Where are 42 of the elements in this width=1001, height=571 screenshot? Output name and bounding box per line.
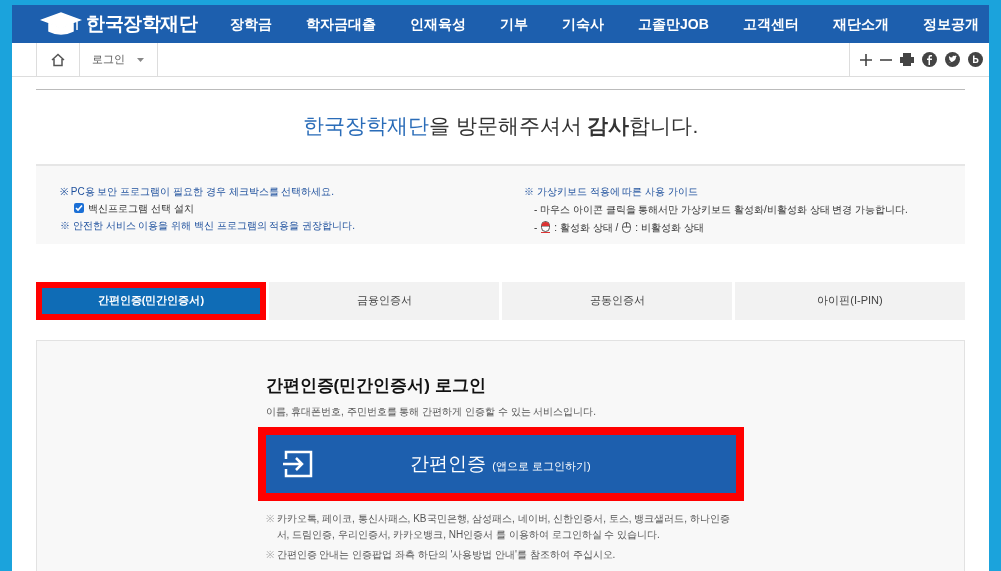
- note-text: 간편인증 안내는 인증팝업 좌측 하단의 '사용방법 안내'를 참조하여 주십시오.: [276, 548, 616, 562]
- mouse-icon: [541, 221, 551, 233]
- checkbox-label: 백신프로그램 선택 설치: [88, 201, 194, 216]
- breadcrumb-dropdown[interactable]: 로그인: [80, 43, 158, 76]
- blog-icon[interactable]: [968, 52, 983, 67]
- guide-title: ※ 가상키보드 적용에 따른 사용 가이드: [524, 184, 699, 199]
- nav-link[interactable]: 기부: [500, 13, 529, 35]
- home-icon[interactable]: [51, 52, 65, 67]
- bird-icon[interactable]: [945, 52, 960, 67]
- login-button[interactable]: 간편인증 (앱으로 로그인하기): [257, 427, 744, 501]
- tab[interactable]: 아이핀(I-PIN): [735, 281, 965, 320]
- note-text: 카카오톡, 페이코, 통신사패스, KB국민은행, 삼성패스, 네이버, 신한인증서, 토스, 뱅크샐러드, 하나인증서, 드림인증, 우리인증서, 카카오뱅크, NH인증서 를 이용하여 로그인하실 수 있습니다.: [276, 512, 731, 542]
- zoom-in-icon[interactable]: [860, 53, 872, 66]
- checkbox[interactable]: [74, 203, 84, 213]
- note-mark: ※: [265, 548, 274, 562]
- guide-text: - 마우스 아이콘 클릭을 통해서만 가상키보드 활성화/비활성화 상태 변경 가능합니다.: [533, 202, 908, 217]
- nav-link[interactable]: 고졸만JOB: [638, 13, 709, 35]
- caret-icon: [137, 57, 144, 62]
- active-state-label: : 활성화 상태 /: [554, 220, 619, 235]
- nav-link[interactable]: 인재육성: [410, 13, 467, 35]
- login-description: 이름, 휴대폰번호, 주민번호를 통해 간편하게 인증할 수 있는 서비스입니다.: [265, 405, 598, 419]
- note-mark: ※: [265, 512, 274, 526]
- login-title: 간편인증(민간인증서) 로그인: [265, 374, 487, 397]
- inactive-state-label: : 비활성화 상태: [635, 220, 704, 235]
- notice-text: ※ PC용 보안 프로그램이 필요한 경우 체크박스를 선택하세요.: [60, 184, 336, 199]
- nav-link[interactable]: 재단소개: [832, 13, 889, 35]
- notice-text: ※ 안전한 서비스 이용을 위해 백신 프로그램의 적용을 권장합니다.: [60, 218, 356, 233]
- nav-link[interactable]: 정보공개: [922, 13, 979, 35]
- nav-link[interactable]: 기숙사: [562, 13, 605, 35]
- dash-text: -: [534, 220, 538, 235]
- nav-link[interactable]: 고객센터: [742, 13, 799, 35]
- welcome-heading: 한국장학재단을 방문해주셔서 감사합니다.: [301, 113, 700, 139]
- mouse-icon: [622, 221, 632, 233]
- sign-in-icon: [281, 450, 314, 478]
- tab[interactable]: 공동인증서: [502, 281, 732, 320]
- tab[interactable]: 간편인증(민간인증서): [36, 281, 266, 320]
- graduation-cap-icon: [40, 11, 82, 37]
- tab[interactable]: 금융인증서: [269, 281, 499, 320]
- nav-link[interactable]: 장학금: [230, 13, 272, 35]
- facebook-icon[interactable]: [922, 52, 937, 67]
- logo-text[interactable]: 한국장학재단: [86, 9, 198, 39]
- nav-link[interactable]: 학자금대출: [306, 13, 376, 35]
